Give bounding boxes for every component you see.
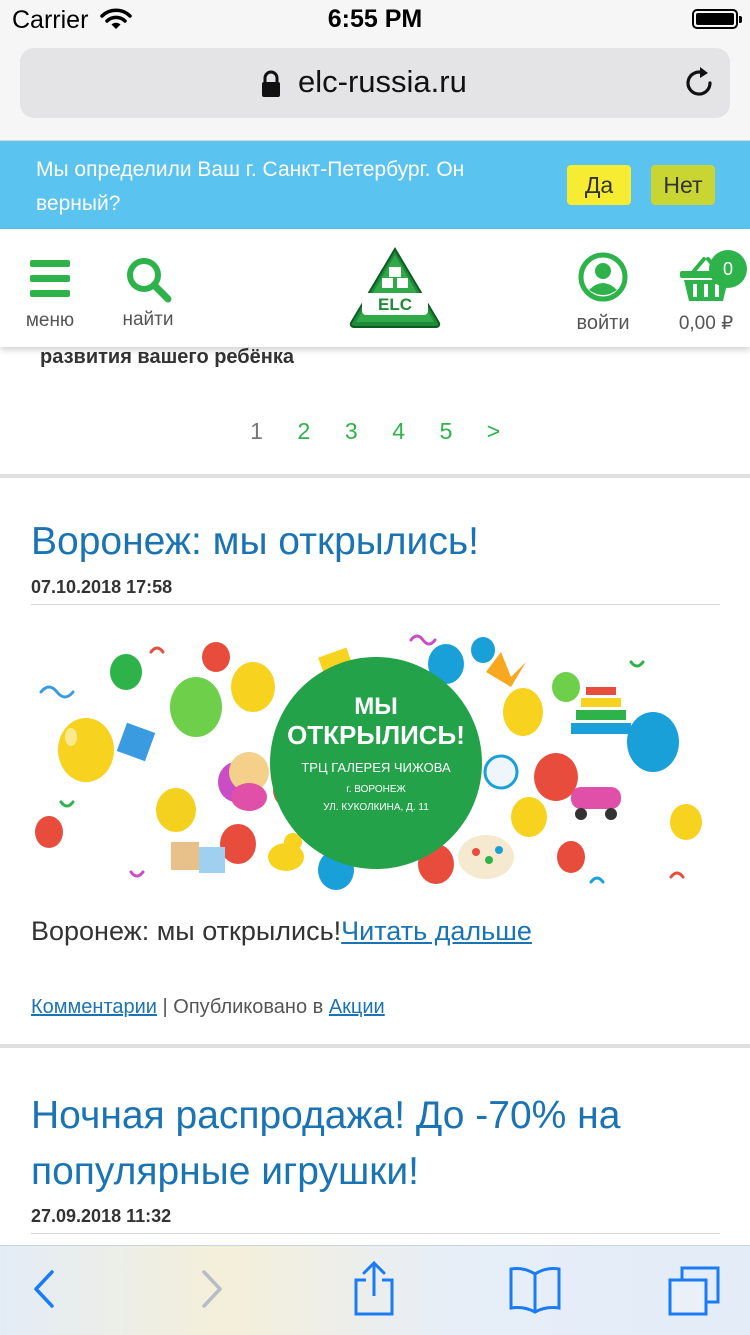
login-button[interactable]: войти bbox=[565, 229, 641, 335]
search-button[interactable]: найти bbox=[110, 229, 186, 331]
published-in-label: | Опубликовано в bbox=[156, 996, 329, 1018]
elc-logo[interactable]: ELC bbox=[347, 245, 443, 334]
previous-post-teaser: развития вашего ребёнка bbox=[40, 346, 294, 368]
clock: 6:55 PM bbox=[327, 5, 423, 33]
battery-icon bbox=[692, 9, 742, 29]
menu-button[interactable]: меню bbox=[20, 229, 80, 332]
back-icon[interactable] bbox=[30, 1264, 60, 1319]
city-confirmation-banner: Мы определили Ваш г. Санкт-Петербург. Он… bbox=[0, 141, 750, 229]
promo-headline-line1: МЫ bbox=[354, 693, 398, 720]
browser-address-bar: elc-russia.ru bbox=[0, 40, 750, 141]
lock-icon bbox=[260, 70, 282, 103]
promo-mall: ТРЦ ГАЛЕРЕЯ ЧИЖОВА bbox=[301, 760, 451, 775]
post-divider bbox=[31, 1233, 720, 1234]
post-date: 27.09.2018 11:32 bbox=[31, 1206, 172, 1226]
page-next-link[interactable]: > bbox=[473, 418, 514, 445]
login-label: войти bbox=[576, 312, 630, 334]
promo-headline-line2: ОТКРЫЛИСЬ! bbox=[287, 720, 465, 750]
status-bar: Carrier 6:55 PM bbox=[0, 0, 750, 40]
city-question: Мы определили Ваш г. Санкт-Петербург. Он… bbox=[36, 158, 465, 215]
url-text: elc-russia.ru bbox=[298, 64, 467, 99]
promo-city: г. ВОРОНЕЖ bbox=[346, 784, 406, 795]
share-icon[interactable] bbox=[352, 1260, 396, 1321]
page-link-4[interactable]: 4 bbox=[378, 418, 419, 445]
post-title-link[interactable]: Ночная распродажа! До -70% на популярные… bbox=[31, 1088, 721, 1200]
page-link-2[interactable]: 2 bbox=[283, 418, 324, 445]
browser-toolbar bbox=[0, 1245, 750, 1335]
search-label: найти bbox=[122, 309, 174, 330]
confirm-city-no-button[interactable]: Нет bbox=[651, 165, 715, 205]
menu-label: меню bbox=[25, 310, 75, 331]
search-icon bbox=[127, 258, 172, 303]
post-meta: Комментарии | Опубликовано в Акции bbox=[31, 996, 385, 1019]
promo-address: УЛ. КУКОЛКИНА, Д. 11 bbox=[323, 802, 429, 813]
post-date: 07.10.2018 17:58 bbox=[31, 577, 173, 597]
pagination: 1 2 3 4 5 > bbox=[0, 418, 750, 445]
read-more-link[interactable]: Читать дальше bbox=[341, 916, 532, 946]
page-link-1[interactable]: 1 bbox=[236, 418, 277, 445]
forward-icon[interactable] bbox=[196, 1264, 226, 1319]
comments-link[interactable]: Комментарии bbox=[31, 996, 157, 1018]
hamburger-menu-icon bbox=[30, 260, 70, 297]
reload-icon[interactable] bbox=[682, 66, 716, 105]
post-excerpt-text: Воронеж: мы открылись! bbox=[31, 916, 342, 946]
tabs-icon[interactable] bbox=[668, 1266, 720, 1321]
url-field[interactable]: elc-russia.ru bbox=[20, 48, 730, 118]
logo-text: ELC bbox=[378, 295, 412, 314]
post-title-link[interactable]: Воронеж: мы открылись! bbox=[31, 514, 721, 570]
post-divider bbox=[31, 604, 720, 605]
section-divider bbox=[0, 474, 750, 478]
bookmarks-icon[interactable] bbox=[508, 1264, 562, 1319]
user-icon bbox=[578, 252, 628, 302]
page-link-3[interactable]: 3 bbox=[331, 418, 372, 445]
post-banner-image[interactable]: МЫ ОТКРЫЛИСЬ! ТРЦ ГАЛЕРЕЯ ЧИЖОВА г. ВОРО… bbox=[31, 632, 720, 894]
cart-count-badge: 0 bbox=[709, 250, 747, 288]
confirm-city-yes-button[interactable]: Да bbox=[567, 165, 631, 205]
post-excerpt: Воронеж: мы открылись!Читать дальше bbox=[31, 916, 532, 947]
section-divider bbox=[0, 1044, 750, 1048]
category-link[interactable]: Акции bbox=[329, 996, 385, 1018]
page-link-5[interactable]: 5 bbox=[426, 418, 467, 445]
cart-total: 0,00 ₽ bbox=[678, 313, 734, 334]
site-header: меню найти ELC войти 0,00 ₽ 0 bbox=[0, 229, 750, 347]
